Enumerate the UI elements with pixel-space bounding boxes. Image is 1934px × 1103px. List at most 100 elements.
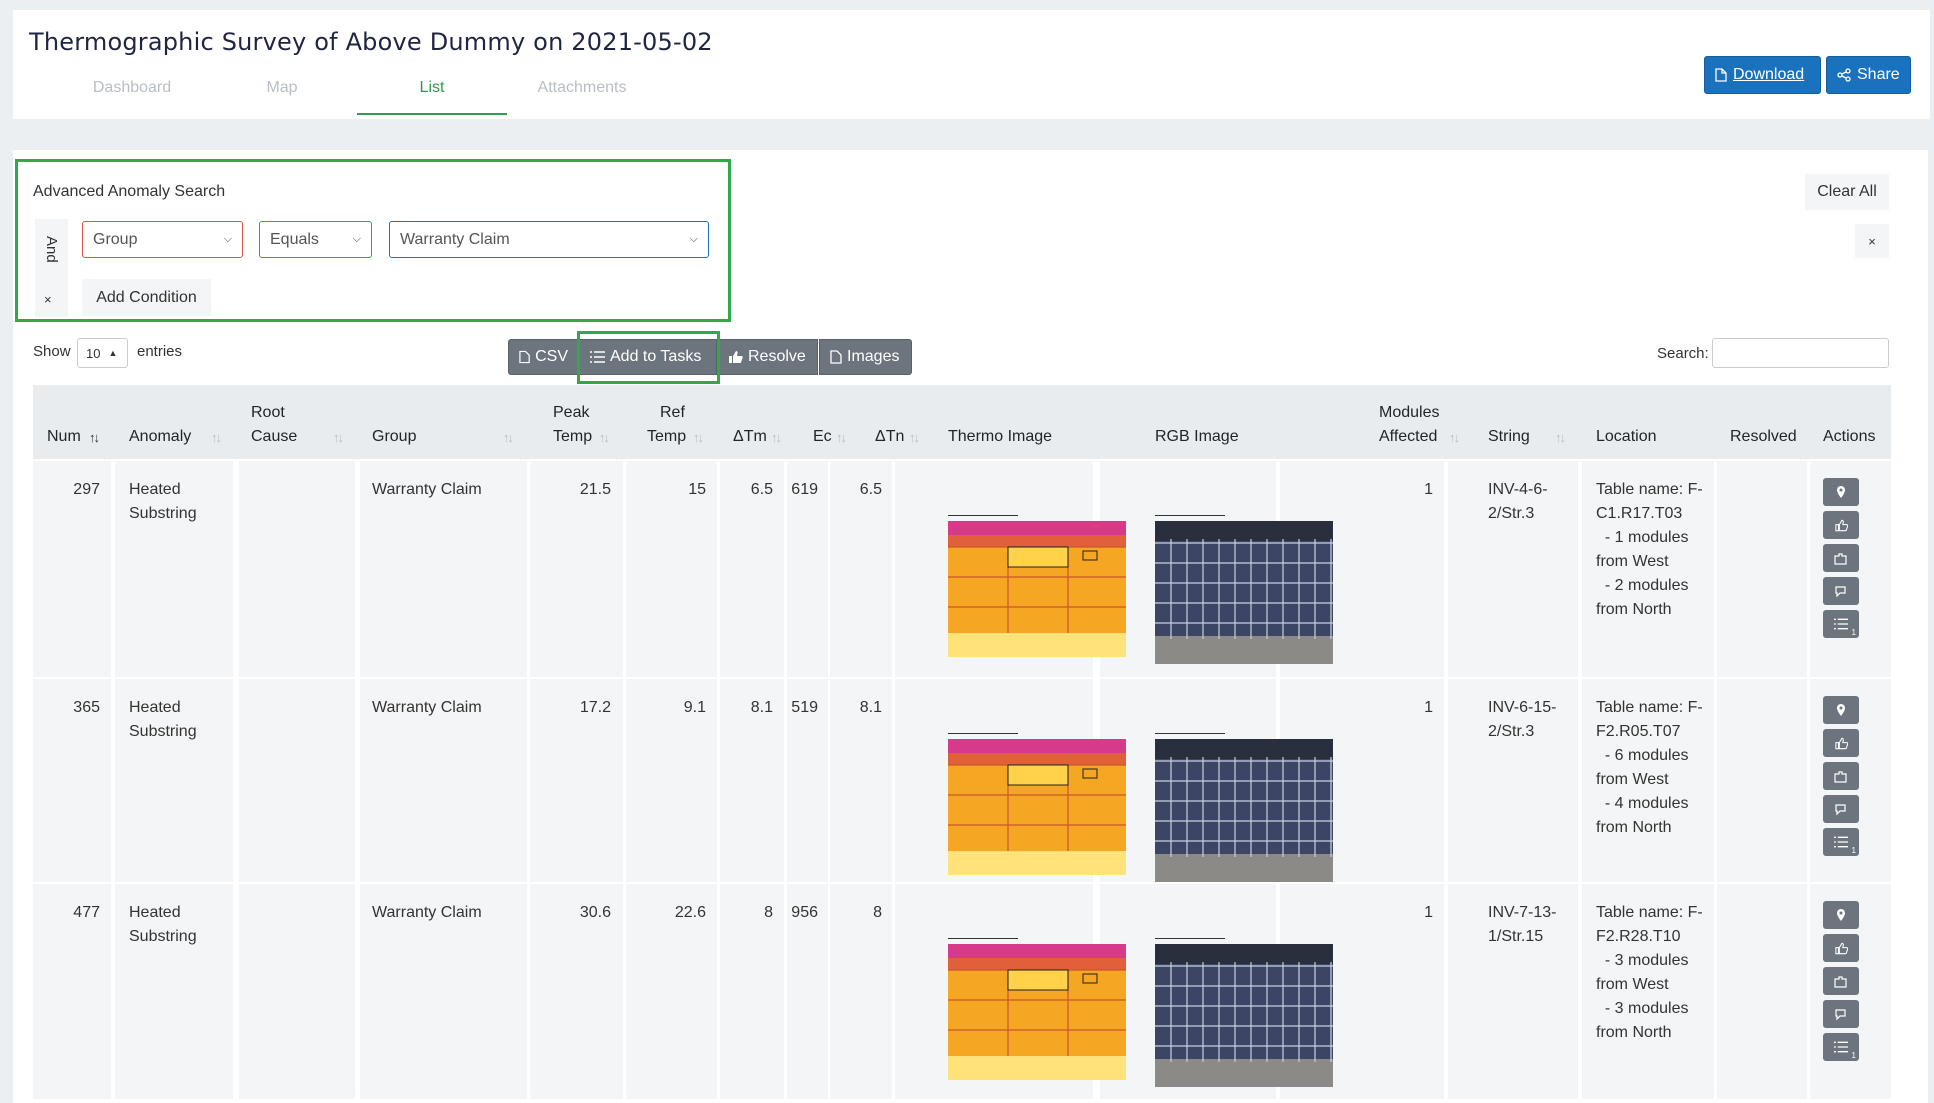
col-ref-1[interactable]: Ref: [660, 401, 685, 425]
add-to-tasks-button[interactable]: Add to Tasks: [579, 339, 717, 375]
cell-string: INV-7-13-: [1488, 904, 1557, 921]
search-input[interactable]: [1712, 338, 1889, 368]
thermo-thumbnail[interactable]: [948, 521, 1126, 662]
add-condition-button[interactable]: Add Condition: [82, 279, 211, 316]
cell-modules-affected: 1: [1424, 904, 1433, 921]
thumbs-up-button[interactable]: [1823, 934, 1859, 962]
tab-attachments[interactable]: Attachments: [507, 67, 657, 115]
image-file-icon: [830, 350, 842, 364]
entries-label: entries: [137, 343, 183, 360]
sort-icon[interactable]: ↑↓: [211, 430, 222, 445]
plugin-button[interactable]: [1823, 762, 1859, 790]
csv-label: CSV: [535, 348, 568, 365]
cell-location-line: from North: [1596, 819, 1672, 836]
col-thermo: Thermo Image: [948, 428, 1053, 445]
cell-string: INV-4-6-: [1488, 481, 1548, 498]
cell-location-line: - 4 modules: [1596, 795, 1689, 812]
cell-anomaly-2: Substring: [129, 723, 197, 740]
thermal-image[interactable]: [948, 944, 1126, 1080]
map-pin-button[interactable]: [1823, 478, 1859, 506]
col-root-2[interactable]: Cause: [251, 425, 297, 449]
tab-list[interactable]: List: [357, 67, 507, 115]
col-dtn[interactable]: ΔTn: [875, 425, 904, 449]
logic-label: And: [43, 236, 60, 263]
clear-all-button[interactable]: Clear All: [1805, 174, 1889, 210]
comment-icon: [1835, 803, 1846, 815]
sort-icon[interactable]: ↑↓: [1449, 430, 1460, 445]
condition-field-select[interactable]: Group ⌵: [82, 221, 243, 258]
condition-value-value: Warranty Claim: [400, 230, 510, 248]
thumbs-up-button[interactable]: [1823, 511, 1859, 539]
col-peak-1[interactable]: Peak: [553, 401, 589, 425]
col-num[interactable]: Num: [47, 425, 81, 449]
comment-button[interactable]: [1823, 1000, 1859, 1028]
cell-location-line: - 3 modules: [1596, 1000, 1689, 1017]
sort-asc-icon[interactable]: ↑↓: [89, 430, 100, 445]
rgb-image[interactable]: [1155, 521, 1333, 664]
cell-delta-tm: 8: [764, 904, 773, 921]
col-location: Location: [1596, 428, 1657, 445]
page-size-select[interactable]: 10 ▲: [77, 338, 128, 368]
task-list-button[interactable]: 1: [1823, 1033, 1859, 1061]
rgb-thumbnail[interactable]: [1155, 944, 1333, 1092]
map-pin-button[interactable]: [1823, 696, 1859, 724]
plugin-button[interactable]: [1823, 967, 1859, 995]
sort-icon[interactable]: ↑↓: [771, 430, 782, 445]
col-anomaly[interactable]: Anomaly: [129, 425, 191, 449]
sort-icon[interactable]: ↑↓: [909, 430, 920, 445]
task-list-button[interactable]: 1: [1823, 610, 1859, 638]
sort-icon[interactable]: ↑↓: [693, 430, 704, 445]
share-button[interactable]: Share: [1826, 56, 1911, 94]
comment-button[interactable]: [1823, 577, 1859, 605]
comment-button[interactable]: [1823, 795, 1859, 823]
remove-group-icon[interactable]: ×: [44, 292, 52, 307]
thermal-image[interactable]: [948, 739, 1126, 875]
download-button[interactable]: Download: [1704, 56, 1821, 94]
resolve-button[interactable]: Resolve: [717, 339, 818, 375]
cell-ec: 956: [791, 904, 818, 921]
col-modules-2[interactable]: Affected: [1379, 425, 1437, 449]
thermo-thumbnail[interactable]: [948, 944, 1126, 1085]
sort-icon[interactable]: ↑↓: [599, 430, 610, 445]
table-cell: [239, 884, 355, 1099]
images-button[interactable]: Images: [819, 339, 912, 375]
condition-value-select[interactable]: Warranty Claim ⌵: [389, 221, 709, 258]
page-header: Thermographic Survey of Above Dummy on 2…: [13, 10, 1930, 119]
rgb-scale-line: [1155, 938, 1225, 939]
col-ec[interactable]: Ec: [813, 425, 832, 449]
col-group[interactable]: Group: [372, 425, 416, 449]
rgb-image[interactable]: [1155, 739, 1333, 882]
rgb-thumbnail[interactable]: [1155, 521, 1333, 669]
sort-icon[interactable]: ↑↓: [503, 430, 514, 445]
col-root-1[interactable]: Root: [251, 401, 285, 425]
csv-button[interactable]: CSV: [508, 339, 579, 375]
table-row: 297 Heated Substring Warranty Claim 21.5 15 6.…: [33, 461, 1891, 677]
task-list-button[interactable]: 1: [1823, 828, 1859, 856]
table-cell: [1717, 884, 1807, 1099]
close-search-button[interactable]: ×: [1855, 224, 1889, 258]
sort-icon[interactable]: ↑↓: [1555, 430, 1566, 445]
thermo-scale-line: [948, 938, 1018, 939]
tab-dashboard[interactable]: Dashboard: [57, 67, 207, 115]
cell-num: 477: [73, 904, 100, 921]
plugin-button[interactable]: [1823, 544, 1859, 572]
col-dtm[interactable]: ΔTm: [733, 425, 767, 449]
thermo-thumbnail[interactable]: [948, 739, 1126, 880]
rgb-image[interactable]: [1155, 944, 1333, 1087]
col-peak-2[interactable]: Temp: [553, 425, 592, 449]
sort-icon[interactable]: ↑↓: [836, 430, 847, 445]
tab-map[interactable]: Map: [207, 67, 357, 115]
col-string[interactable]: String: [1488, 425, 1530, 449]
col-modules-1[interactable]: Modules: [1379, 401, 1439, 425]
map-pin-button[interactable]: [1823, 901, 1859, 929]
sort-icon[interactable]: ↑↓: [333, 430, 344, 445]
cell-location-line: - 2 modules: [1596, 577, 1689, 594]
tasks-count-badge: 1: [1851, 1051, 1856, 1060]
condition-operator-select[interactable]: Equals ⌵: [259, 221, 372, 258]
thumbs-up-button[interactable]: [1823, 729, 1859, 757]
rgb-thumbnail[interactable]: [1155, 739, 1333, 887]
col-ref-2[interactable]: Temp: [647, 425, 686, 449]
share-label: Share: [1857, 66, 1900, 83]
thermal-image[interactable]: [948, 521, 1126, 657]
cell-num: 297: [73, 481, 100, 498]
